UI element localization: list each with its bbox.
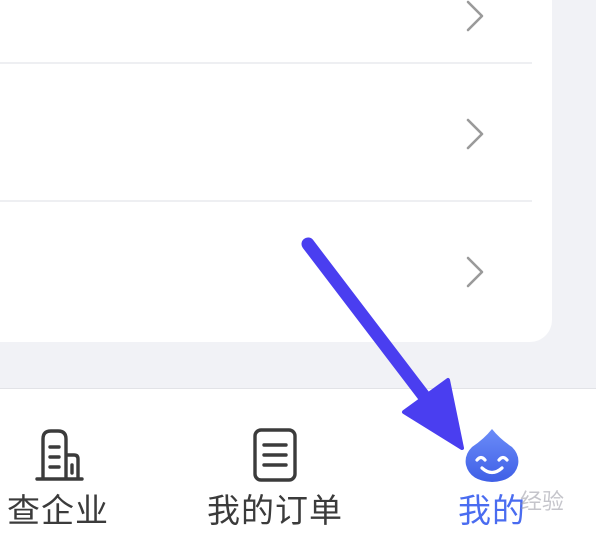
mascot-smile-icon [465,429,519,482]
order-list-icon [253,428,297,482]
list-row[interactable] [0,64,532,202]
tab-label: 我的 [458,491,526,530]
tab-companies[interactable]: 查企业 [0,389,138,537]
chevron-right-icon[interactable] [462,254,488,290]
tab-label: 我的订单 [207,491,343,530]
tab-my-orders[interactable]: 我的订单 [195,389,355,537]
chevron-right-icon[interactable] [462,0,488,34]
list-row[interactable] [0,202,532,340]
tab-label: 查企业 [7,491,109,530]
building-icon [35,429,84,481]
chevron-right-icon[interactable] [462,116,488,152]
settings-card [0,0,552,342]
bottom-tab-bar: 查企业 我的订单 我的 [0,388,596,537]
list-row[interactable] [0,0,532,64]
tab-mine[interactable]: 我的 [412,389,572,537]
